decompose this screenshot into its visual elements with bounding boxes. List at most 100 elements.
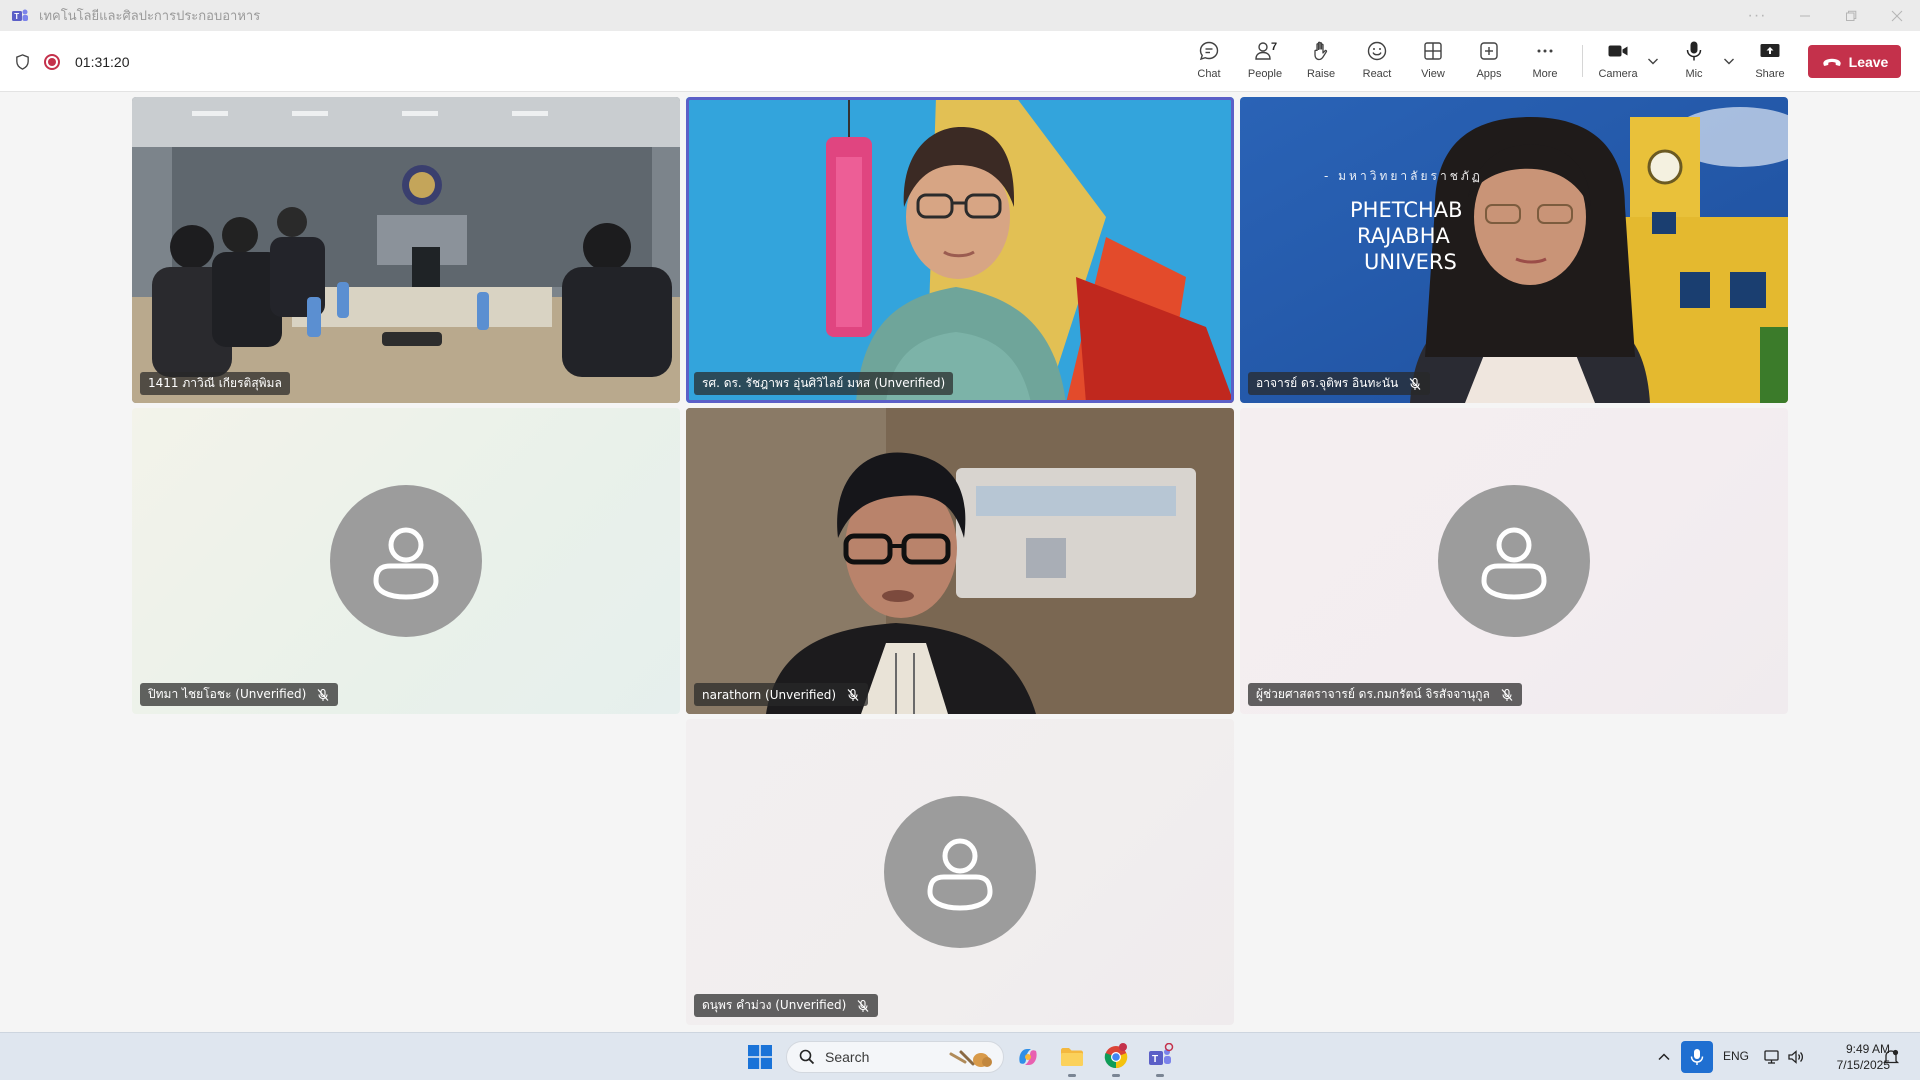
participant-video [132,97,680,403]
backdrop-text-line: UNIVERS [1364,250,1457,274]
copilot-icon [1019,1049,1037,1065]
more-dots-icon [1537,49,1553,53]
taskbar-copilot[interactable] [1012,1041,1044,1073]
participant-name: ดนุพร คำม่วง (Unverified) [702,998,847,1012]
mic-options-chevron-icon[interactable] [1721,53,1737,69]
mic-button[interactable]: Mic [1666,39,1722,87]
person-icon [1481,527,1547,600]
apps-button[interactable]: Apps [1461,39,1517,87]
view-button[interactable]: View [1405,39,1461,87]
clock-time: 9:49 AM [1845,1042,1890,1056]
participant-tile[interactable]: 1411 ภาวิณี เกียรติสุพิมล [132,97,680,403]
shield-icon[interactable] [14,53,31,71]
apps-plus-icon [1480,42,1498,60]
running-indicator [1156,1074,1164,1077]
taskbar-search-box[interactable]: Search [786,1041,1004,1073]
toolbar-divider [1582,45,1583,77]
participant-tile[interactable]: ปิทมา ไชยโอชะ (Unverified) [132,408,680,714]
participant-tile[interactable]: narathorn (Unverified) [686,408,1234,714]
svg-text:T: T [14,12,19,21]
chat-label: Chat [1197,68,1221,80]
participant-tile[interactable]: - มหาวิทยาลัยราชภัฏ PHETCHAB RAJABHA UNI… [1240,97,1788,403]
close-icon [1891,10,1903,21]
participant-name: รศ. ดร. รัชฎาพร อุ่นศิวิไลย์ มหส (Unveri… [702,376,946,390]
input-language-indicator[interactable]: ENG [1723,1049,1749,1063]
chat-button[interactable]: Chat [1181,39,1237,87]
taskbar-chrome[interactable] [1100,1041,1132,1077]
participant-nameplate: 1411 ภาวิณี เกียรติสุพิมล [140,372,290,395]
mic-off-icon [857,999,869,1012]
teams-icon: T [1149,1043,1174,1065]
camera-button[interactable]: Camera [1590,39,1646,87]
participant-nameplate: ดนุพร คำม่วง (Unverified) [694,994,879,1017]
window-title: เทคโนโลยีและศิลปะการประกอบอาหาร [39,9,261,24]
taskbar-file-explorer[interactable] [1056,1041,1088,1077]
windows-start-icon[interactable] [747,1044,773,1070]
share-screen-icon [1760,44,1780,57]
react-button[interactable]: React [1349,39,1405,87]
camera-options-chevron-icon[interactable] [1645,53,1661,69]
view-label: View [1421,68,1445,80]
folder-icon [1061,1048,1083,1066]
participant-nameplate: รศ. ดร. รัชฎาพร อุ่นศิวิไลย์ มหส (Unveri… [694,372,954,395]
title-bar: T เทคโนโลยีและศิลปะการประกอบอาหาร ··· [0,0,1920,31]
more-label: More [1532,68,1558,80]
mic-off-icon [1501,688,1513,701]
participant-name: ผู้ช่วยศาสตราจารย์ ดร.กมกรัตน์ จิรสัจจาน… [1256,687,1490,701]
recording-indicator-icon [44,53,60,70]
backdrop-text-line: - มหาวิทยาลัยราชภัฏ [1324,169,1483,183]
microphone-icon [1686,41,1702,61]
notification-bell-icon[interactable] [1882,1048,1900,1066]
person-icon [927,838,993,911]
teams-logo-icon: T [12,9,28,21]
participant-nameplate: ผู้ช่วยศาสตราจารย์ ดร.กมกรัตน์ จิรสัจจาน… [1248,683,1522,706]
backdrop-text: - มหาวิทยาลัยราชภัฏ PHETCHAB RAJABHA UNI… [1322,167,1483,274]
leave-label: Leave [1848,53,1889,70]
share-button[interactable]: Share [1742,39,1798,87]
raise-label: Raise [1306,68,1336,80]
participant-avatar [884,796,1036,948]
people-button[interactable]: 7 People [1237,39,1293,87]
participant-name: อาจารย์ ดร.จุติพร อินทะนัน [1256,376,1399,390]
window-controls: ··· [1732,0,1920,31]
more-button[interactable]: More [1517,39,1573,87]
mic-off-icon [317,688,329,701]
tray-overflow-chevron-icon[interactable] [1655,1048,1673,1066]
close-button[interactable] [1874,0,1920,31]
view-grid-icon [1424,42,1442,60]
network-icon[interactable] [1763,1048,1781,1066]
participant-tile[interactable]: ดนุพร คำม่วง (Unverified) [686,719,1234,1025]
react-emoji-icon [1367,41,1387,61]
search-highlight-icon [949,1050,992,1067]
person-icon [373,527,439,600]
chat-icon [1199,41,1219,61]
participant-nameplate: narathorn (Unverified) [694,683,869,706]
hang-up-phone-icon [1822,58,1841,66]
participant-video [686,97,1234,403]
microphone-icon [1690,1049,1704,1065]
backdrop-text-line: RAJABHA [1357,224,1450,248]
minimize-button[interactable] [1782,0,1828,31]
volume-icon[interactable] [1787,1048,1805,1066]
system-clock[interactable]: 9:49 AM 7/15/2025 [1810,1041,1890,1073]
clock-date: 7/15/2025 [1836,1058,1890,1072]
raise-hand-icon [1314,41,1328,61]
meeting-timer: 01:31:20 [75,53,130,70]
people-count: 7 [1271,41,1278,53]
taskbar-teams[interactable]: T [1144,1041,1176,1077]
minimize-icon [1800,15,1810,16]
tray-microphone-in-use[interactable] [1681,1041,1713,1073]
leave-button[interactable]: Leave [1808,45,1901,78]
restore-icon [1846,10,1857,21]
raise-hand-button[interactable]: Raise [1293,39,1349,87]
meeting-status: 01:31:20 [14,31,130,92]
running-indicator [1068,1074,1076,1077]
backdrop-text-line: PHETCHAB [1350,198,1463,222]
participant-tile-active-speaker[interactable]: รศ. ดร. รัชฎาพร อุ่นศิวิไลย์ มหส (Unveri… [686,97,1234,403]
restore-button[interactable] [1828,0,1874,31]
mic-off-icon [1409,377,1421,390]
window-more-options-button[interactable]: ··· [1732,0,1782,31]
participant-name: narathorn (Unverified) [702,687,837,702]
mic-label: Mic [1685,68,1703,80]
participant-tile[interactable]: ผู้ช่วยศาสตราจารย์ ดร.กมกรัตน์ จิรสัจจาน… [1240,408,1788,714]
